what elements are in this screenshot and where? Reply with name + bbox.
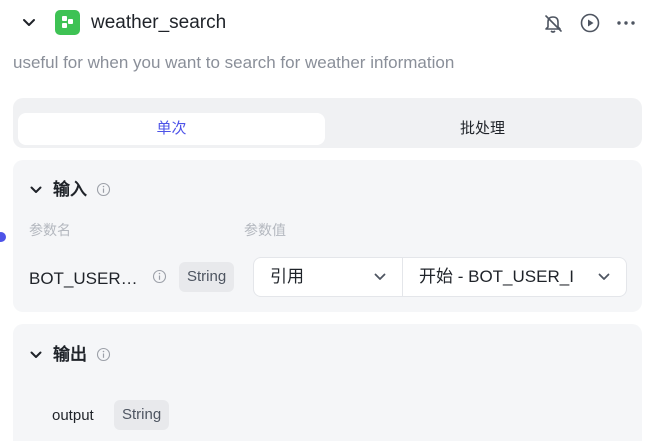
chevron-down-icon[interactable] (20, 14, 38, 32)
reference-value-select[interactable]: 开始 - BOT_USER_I (402, 257, 627, 297)
plugin-node-icon (55, 10, 80, 35)
info-icon[interactable] (96, 347, 111, 362)
tab-single[interactable]: 单次 (18, 113, 325, 145)
output-title: 输出 (53, 345, 87, 364)
value-source-select[interactable]: 引用 (253, 257, 403, 297)
chevron-down-icon[interactable] (28, 182, 44, 198)
column-label-value: 参数值 (244, 222, 286, 238)
input-section: 输入 参数名 参数值 BOT_USER… String 引用 开始 - BOT_… (13, 160, 642, 312)
tab-batch[interactable]: 批处理 (328, 113, 637, 145)
output-section: 输出 output String (13, 324, 642, 441)
param-name: BOT_USER… (29, 269, 138, 288)
play-circle-icon[interactable] (579, 12, 601, 34)
node-title: weather_search (91, 12, 227, 33)
input-port-handle[interactable] (0, 232, 6, 242)
column-label-name: 参数名 (29, 222, 71, 238)
value-source-text: 引用 (270, 267, 304, 286)
info-icon[interactable] (96, 182, 111, 197)
input-title: 输入 (53, 180, 87, 199)
output-type-tag: String (114, 400, 170, 430)
more-horizontal-icon[interactable] (615, 12, 637, 34)
reference-value-text: 开始 - BOT_USER_I (419, 267, 574, 286)
node-header: weather_search (0, 0, 648, 46)
chevron-down-icon (374, 273, 386, 280)
mode-tabs: 单次 批处理 (13, 98, 642, 148)
bell-off-icon[interactable] (542, 12, 564, 34)
node-description: useful for when you want to search for w… (13, 53, 455, 72)
chevron-down-icon[interactable] (28, 347, 44, 363)
param-type-tag: String (179, 262, 235, 292)
info-icon[interactable] (152, 269, 167, 284)
chevron-down-icon (598, 273, 610, 280)
output-param-name: output (52, 407, 94, 424)
